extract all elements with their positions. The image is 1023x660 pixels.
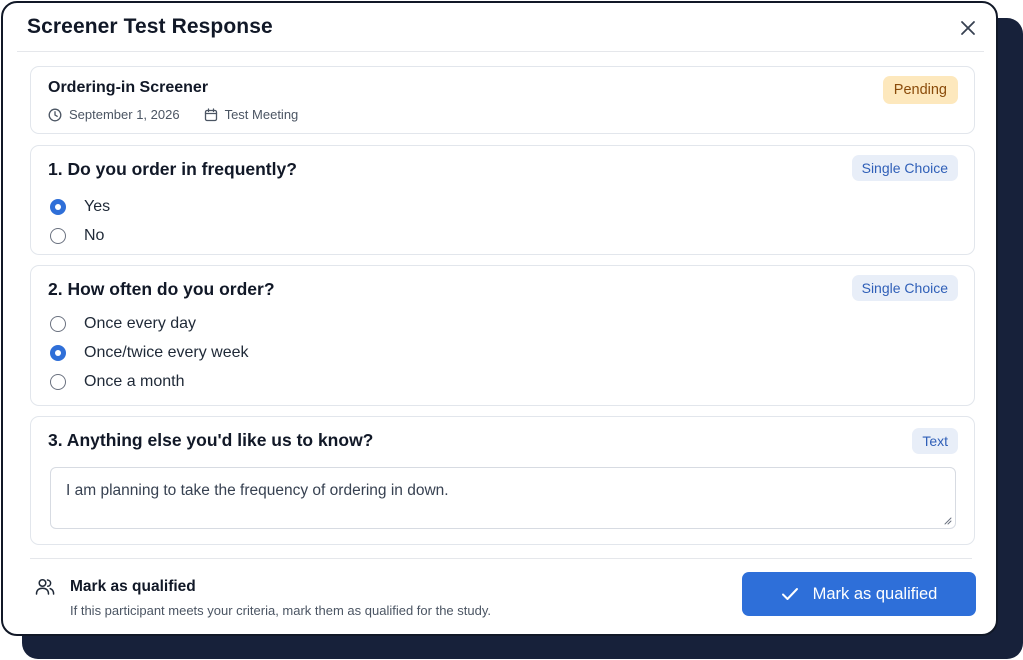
- check-icon: [781, 588, 798, 600]
- option-once-every-day[interactable]: Once every day: [50, 309, 249, 338]
- stage: Screener Test Response Ordering-in Scree…: [0, 0, 1023, 660]
- question-title: 2. How often do you order?: [48, 279, 275, 299]
- radio-button-selected[interactable]: [50, 198, 66, 215]
- question-options: Once every day Once/twice every week Onc…: [50, 309, 249, 396]
- modal-title: Screener Test Response: [27, 15, 273, 38]
- question-type-badge: Single Choice: [851, 275, 958, 301]
- option-label: Once every day: [84, 314, 197, 332]
- screener-date-text: September 1, 2026: [69, 107, 180, 122]
- option-once-twice-every-week[interactable]: Once/twice every week: [50, 338, 249, 367]
- modal-header: Screener Test Response: [27, 15, 987, 45]
- users-icon: [35, 578, 55, 595]
- option-label: No: [84, 226, 105, 244]
- question-title: 3. Anything else you'd like us to know?: [48, 430, 374, 450]
- calendar-icon: [204, 107, 217, 121]
- close-icon: [961, 21, 975, 35]
- mark-as-qualified-button[interactable]: Mark as qualified: [742, 572, 976, 616]
- question-card-1: 1. Do you order in frequently? Single Ch…: [30, 145, 975, 255]
- answer-textarea[interactable]: I am planning to take the frequency of o…: [50, 467, 956, 529]
- radio-button[interactable]: [50, 373, 66, 390]
- footer-divider: [30, 558, 972, 559]
- qualify-description: If this participant meets your criteria,…: [70, 603, 491, 618]
- screener-response-modal: Screener Test Response Ordering-in Scree…: [1, 1, 998, 636]
- screener-meta-row: September 1, 2026 Test Meeting: [48, 107, 322, 122]
- close-button[interactable]: [957, 17, 979, 39]
- option-once-a-month[interactable]: Once a month: [50, 367, 249, 396]
- radio-button[interactable]: [50, 315, 66, 332]
- resize-handle-icon[interactable]: [943, 516, 952, 525]
- option-label: Once a month: [84, 372, 185, 390]
- radio-button-selected[interactable]: [50, 344, 66, 361]
- question-type-badge: Text: [912, 428, 958, 454]
- screener-info-card: Ordering-in Screener September 1, 2026 T…: [30, 66, 975, 134]
- clock-icon: [48, 108, 62, 121]
- question-title: 1. Do you order in frequently?: [48, 159, 297, 179]
- option-yes[interactable]: Yes: [50, 192, 110, 221]
- option-label: Yes: [84, 197, 111, 215]
- screener-meeting-text: Test Meeting: [224, 107, 299, 122]
- answer-text: I am planning to take the frequency of o…: [66, 482, 449, 499]
- screener-title: Ordering-in Screener: [48, 79, 209, 96]
- status-badge: Pending: [882, 76, 958, 104]
- question-type-badge: Single Choice: [851, 155, 958, 181]
- qualify-title: Mark as qualified: [70, 578, 196, 595]
- question-card-3: 3. Anything else you'd like us to know? …: [30, 416, 975, 545]
- option-no[interactable]: No: [50, 221, 110, 250]
- screener-date: September 1, 2026: [48, 107, 180, 122]
- mark-as-qualified-label: Mark as qualified: [812, 584, 938, 603]
- option-label: Once/twice every week: [84, 343, 249, 361]
- radio-button[interactable]: [50, 227, 66, 244]
- question-card-2: 2. How often do you order? Single Choice…: [30, 265, 975, 406]
- question-options: Yes No: [50, 192, 110, 250]
- header-divider: [17, 51, 984, 52]
- screener-meeting: Test Meeting: [204, 107, 299, 122]
